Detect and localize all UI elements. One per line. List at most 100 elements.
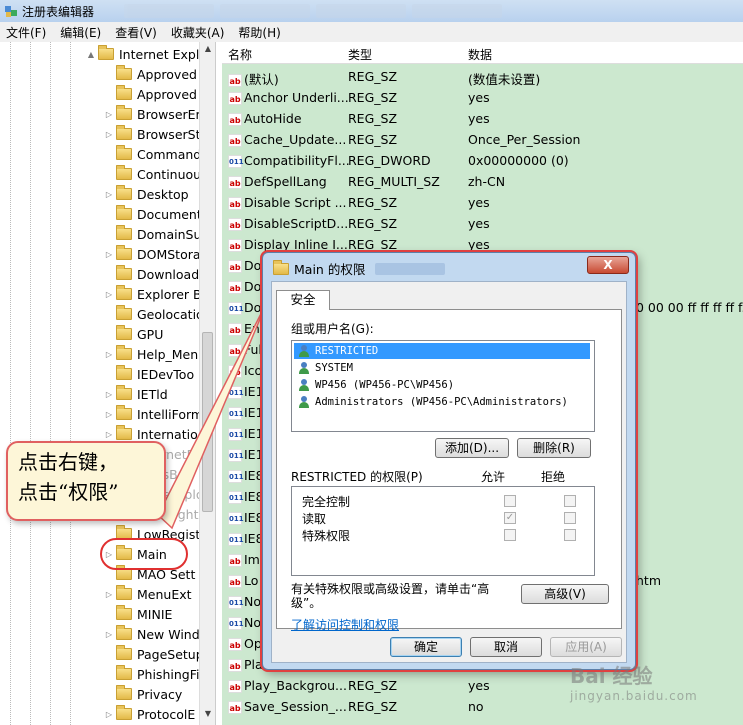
tree-item[interactable]: Download (104, 264, 199, 284)
close-button[interactable]: X (587, 256, 629, 274)
tree-item-label: Approved (137, 86, 197, 102)
expand-arrow-icon[interactable]: ▷ (104, 590, 114, 599)
value-row[interactable]: ab DefSpellLang REG_MULTI_SZ zh-CN (222, 171, 743, 192)
tree-item[interactable]: Privacy (104, 684, 182, 704)
tree-item[interactable]: MINIE (104, 604, 172, 624)
tree-item[interactable]: ▷ MenuExt (104, 584, 192, 604)
column-header-data[interactable]: 数据 (468, 46, 492, 63)
value-name: DefSpellLang (244, 174, 327, 189)
folder-icon (116, 665, 132, 680)
tree-item[interactable]: Approved (104, 64, 197, 84)
expand-arrow-icon[interactable]: ▷ (104, 190, 114, 199)
tree-item[interactable]: ▷ IETld (104, 384, 168, 404)
tree-item-label: ProtocolE (137, 706, 196, 722)
apply-button[interactable]: 应用(A) (550, 637, 622, 657)
value-name: Do (244, 279, 262, 294)
add-button[interactable]: 添加(D)... (435, 438, 509, 458)
value-row[interactable]: 011CompatibilityFl... REG_DWORD 0x00000000… (222, 150, 743, 171)
expand-arrow-icon[interactable]: ▷ (104, 410, 114, 419)
value-row[interactable]: ab Disable Script ... REG_SZ yes (222, 192, 743, 213)
tree-item[interactable]: Command (104, 144, 201, 164)
ok-button[interactable]: 确定 (390, 637, 462, 657)
expand-arrow-icon[interactable]: ▷ (104, 250, 114, 259)
tree-item[interactable]: ▷ Explorer B (104, 284, 202, 304)
menu-favorites[interactable]: 收藏夹(A) (171, 24, 225, 41)
allow-full-control-checkbox[interactable] (504, 495, 516, 507)
value-name-cell: ab DisableScriptD... (228, 216, 348, 231)
expand-arrow-icon[interactable]: ▷ (104, 130, 114, 139)
user-list[interactable]: RESTRICTED SYSTEM WP456 (WP456-PC\WP456)… (291, 340, 595, 432)
tree-item[interactable]: ▷ IntelliForm (104, 404, 203, 424)
tree-item[interactable]: PageSetup (104, 644, 204, 664)
value-row[interactable]: ab (默认) REG_SZ (数值未设置) (222, 66, 743, 87)
tree-item[interactable]: DomainSu (104, 224, 201, 244)
tree-item[interactable]: Geolocatio (104, 304, 204, 324)
tree-item-label: Download (137, 266, 200, 282)
value-type-cell: REG_SZ (348, 195, 398, 210)
folder-icon (116, 685, 132, 700)
value-row[interactable]: ab Cache_Update... REG_SZ Once_Per_Session (222, 129, 743, 150)
tree-item[interactable]: ▷ ProtocolE (104, 704, 195, 724)
value-row[interactable]: ab Anchor Underli... REG_SZ yes (222, 87, 743, 108)
tree-scrollbar[interactable]: ▲ ▼ (199, 42, 215, 725)
cancel-button[interactable]: 取消 (470, 637, 542, 657)
tree-item[interactable]: Continuou (104, 164, 201, 184)
binary-value-icon: 011 (228, 407, 244, 420)
expand-arrow-icon[interactable]: ▷ (104, 350, 114, 359)
scroll-down-arrow-icon[interactable]: ▼ (200, 709, 215, 723)
user-row-administrators[interactable]: Administrators (WP456-PC\Administrators) (298, 394, 568, 410)
scroll-up-arrow-icon[interactable]: ▲ (200, 44, 215, 58)
tab-security[interactable]: 安全 (276, 290, 330, 310)
tree-item[interactable]: IEDevToo (104, 364, 194, 384)
value-data-cell: yes (468, 111, 490, 126)
tree-item[interactable]: ▷ New Wind (104, 624, 200, 644)
string-value-icon: ab (228, 281, 242, 294)
tree-item[interactable]: ▷ Help_Men (104, 344, 198, 364)
expand-arrow-icon[interactable]: ▲ (86, 50, 96, 59)
menu-help[interactable]: 帮助(H) (238, 24, 280, 41)
menu-edit[interactable]: 编辑(E) (60, 24, 101, 41)
tree-item[interactable]: ▷ Desktop (104, 184, 189, 204)
tree-item[interactable]: ▲ Internet Explo (86, 44, 207, 64)
learn-access-control-link[interactable]: 了解访问控制和权限 (291, 616, 399, 633)
folder-icon (116, 185, 132, 200)
tree-item[interactable]: PhishingFi (104, 664, 199, 684)
deny-read-checkbox[interactable] (564, 512, 576, 524)
value-name: AutoHide (244, 111, 302, 126)
user-row-restricted[interactable]: RESTRICTED (294, 343, 590, 359)
user-row-system[interactable]: SYSTEM (298, 360, 353, 376)
user-row-wp456[interactable]: WP456 (WP456-PC\WP456) (298, 377, 454, 393)
value-name: IE1 (244, 405, 264, 420)
user-name: RESTRICTED (315, 345, 379, 357)
tree-item[interactable]: Approved (104, 84, 197, 104)
remove-button[interactable]: 删除(R) (517, 438, 591, 458)
scrollbar-thumb[interactable] (202, 332, 213, 512)
menu-file[interactable]: 文件(F) (6, 24, 46, 41)
expand-arrow-icon[interactable]: ▷ (104, 710, 114, 719)
expand-arrow-icon[interactable]: ▷ (104, 290, 114, 299)
tree-item[interactable]: ▷ BrowserSt (104, 124, 201, 144)
allow-special-checkbox[interactable] (504, 529, 516, 541)
menu-view[interactable]: 查看(V) (115, 24, 157, 41)
deny-special-checkbox[interactable] (564, 529, 576, 541)
column-header-name[interactable]: 名称 (228, 46, 252, 63)
expand-arrow-icon[interactable]: ▷ (104, 110, 114, 119)
tree-item[interactable]: ▷ BrowserEm (104, 104, 208, 124)
registry-tree[interactable]: ▲ Internet Explo Approved Approved ▷ BrowserE… (0, 42, 216, 725)
window-title: 注册表编辑器 (22, 4, 95, 19)
column-header-type[interactable]: 类型 (348, 46, 372, 63)
value-row[interactable]: ab DisableScriptD... REG_SZ yes (222, 213, 743, 234)
expand-arrow-icon[interactable]: ▷ (104, 390, 114, 399)
advanced-button[interactable]: 高级(V) (521, 584, 609, 604)
value-row[interactable]: ab AutoHide REG_SZ yes (222, 108, 743, 129)
deny-full-control-checkbox[interactable] (564, 495, 576, 507)
tree-item[interactable]: GPU (104, 324, 163, 344)
expand-arrow-icon[interactable]: ▷ (104, 430, 114, 439)
tree-item[interactable]: Document (104, 204, 202, 224)
tree-item-label: PageSetup (137, 646, 204, 662)
expand-arrow-icon[interactable]: ▷ (104, 630, 114, 639)
user-name: WP456 (WP456-PC\WP456) (315, 379, 455, 391)
value-name: (默认) (244, 72, 279, 87)
tree-item[interactable]: ▷ DOMStora (104, 244, 201, 264)
allow-read-checkbox[interactable]: ✓ (504, 512, 516, 524)
